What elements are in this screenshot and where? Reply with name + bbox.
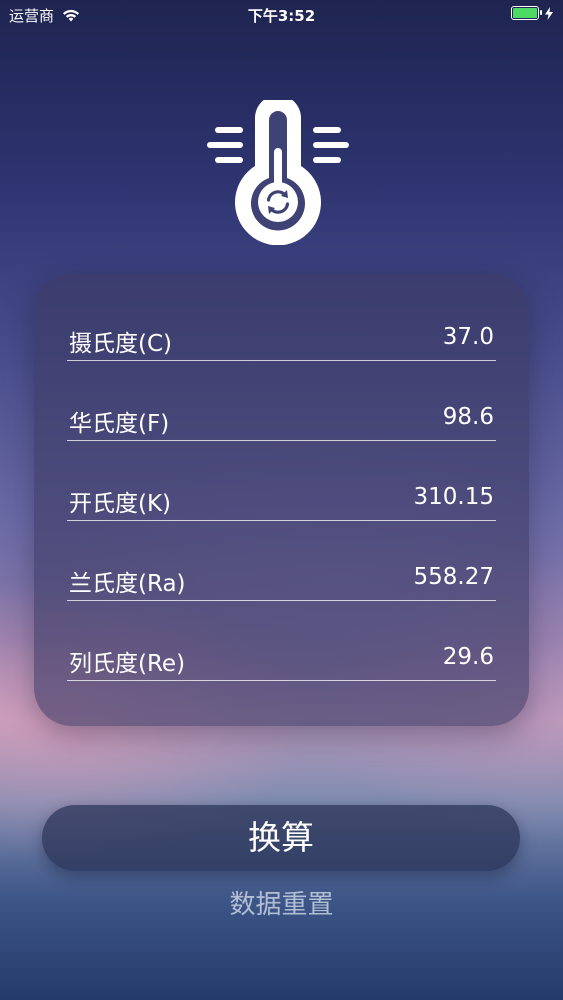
temperature-value-input[interactable]: 558.27 xyxy=(414,564,494,590)
temperature-card: 摄氏度(C) 37.0 华氏度(F) 98.6 开氏度(K) 310.15 兰氏… xyxy=(34,274,529,726)
temperature-row-fahrenheit[interactable]: 华氏度(F) 98.6 xyxy=(67,360,496,441)
temperature-label: 兰氏度(Ra) xyxy=(69,571,186,597)
temperature-value-input[interactable]: 29.6 xyxy=(443,644,494,670)
status-right xyxy=(511,6,553,20)
battery-icon xyxy=(511,6,542,20)
temperature-label: 摄氏度(C) xyxy=(69,331,173,357)
temperature-row-reaumur[interactable]: 列氏度(Re) 29.6 xyxy=(67,600,496,681)
temperature-label: 华氏度(F) xyxy=(69,411,170,437)
reset-data-button[interactable]: 数据重置 xyxy=(0,884,563,921)
status-time: 下午3:52 xyxy=(247,7,316,25)
temperature-row-celsius[interactable]: 摄氏度(C) 37.0 xyxy=(67,280,496,361)
thermometer-conversion-icon xyxy=(207,100,349,245)
charging-bolt-icon xyxy=(545,6,553,20)
status-bar: 运营商 下午3:52 xyxy=(0,0,563,30)
temperature-value-input[interactable]: 310.15 xyxy=(414,484,494,510)
temperature-row-rankine[interactable]: 兰氏度(Ra) 558.27 xyxy=(67,520,496,601)
temperature-value-input[interactable]: 98.6 xyxy=(443,404,494,430)
convert-button[interactable]: 换算 xyxy=(42,805,520,871)
temperature-row-kelvin[interactable]: 开氏度(K) 310.15 xyxy=(67,440,496,521)
temperature-label: 列氏度(Re) xyxy=(69,651,186,677)
temperature-label: 开氏度(K) xyxy=(69,491,172,517)
battery-level xyxy=(513,8,537,18)
temperature-value-input[interactable]: 37.0 xyxy=(443,324,494,350)
